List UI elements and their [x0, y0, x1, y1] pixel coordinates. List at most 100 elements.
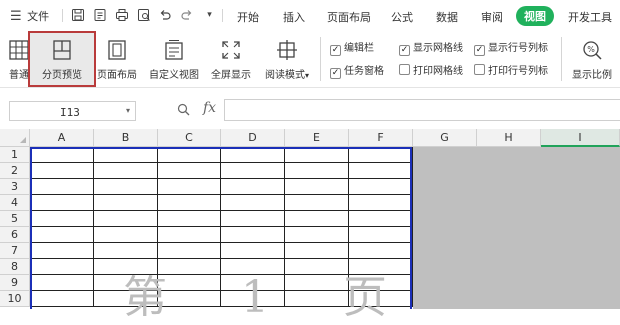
- cell-B8[interactable]: [94, 259, 158, 275]
- cell-D5[interactable]: [221, 211, 285, 227]
- cell-E5[interactable]: [285, 211, 349, 227]
- zoom-search-icon[interactable]: [177, 103, 190, 119]
- chevron-down-icon[interactable]: ▾: [126, 106, 130, 115]
- tab-formulas[interactable]: 公式: [391, 9, 413, 25]
- cell-A10[interactable]: [30, 291, 94, 307]
- full-screen-button[interactable]: 全屏显示: [207, 33, 255, 83]
- custom-view-button[interactable]: 自定义视图: [145, 33, 203, 83]
- tab-review[interactable]: 审阅: [481, 9, 503, 25]
- cell-A6[interactable]: [30, 227, 94, 243]
- cell-E4[interactable]: [285, 195, 349, 211]
- customize-dropdown-icon[interactable]: ▾: [202, 8, 217, 23]
- redo-icon[interactable]: [179, 8, 194, 23]
- undo-icon[interactable]: [157, 8, 172, 23]
- cell-B2[interactable]: [94, 163, 158, 179]
- cell-A1[interactable]: [30, 147, 94, 163]
- cell-C10[interactable]: [158, 291, 221, 307]
- tab-data[interactable]: 数据: [436, 9, 458, 25]
- cell-E2[interactable]: [285, 163, 349, 179]
- outside-print-area[interactable]: [413, 147, 620, 309]
- cell-A2[interactable]: [30, 163, 94, 179]
- task-pane-checkbox[interactable]: ✓ 任务窗格: [330, 62, 384, 79]
- tab-view[interactable]: 视图: [516, 6, 554, 26]
- cell-D10[interactable]: [221, 291, 285, 307]
- print-preview-icon[interactable]: [136, 8, 151, 23]
- column-header-g[interactable]: G: [413, 129, 477, 147]
- cell-F3[interactable]: [349, 179, 413, 195]
- save-icon[interactable]: [70, 8, 85, 23]
- tab-page-layout[interactable]: 页面布局: [327, 9, 371, 25]
- row-header-5[interactable]: 5: [0, 211, 30, 227]
- cell-F7[interactable]: [349, 243, 413, 259]
- cell-E8[interactable]: [285, 259, 349, 275]
- export-pdf-icon[interactable]: [92, 8, 107, 23]
- cell-C7[interactable]: [158, 243, 221, 259]
- cell-B10[interactable]: [94, 291, 158, 307]
- select-all-corner[interactable]: [0, 129, 30, 147]
- cell-F2[interactable]: [349, 163, 413, 179]
- cell-B9[interactable]: [94, 275, 158, 291]
- cell-A3[interactable]: [30, 179, 94, 195]
- cell-E7[interactable]: [285, 243, 349, 259]
- row-header-2[interactable]: 2: [0, 163, 30, 179]
- cell-D6[interactable]: [221, 227, 285, 243]
- cell-C4[interactable]: [158, 195, 221, 211]
- reading-mode-button[interactable]: 阅读模式▾: [259, 33, 315, 83]
- fx-icon[interactable]: fx: [203, 100, 216, 116]
- tab-insert[interactable]: 插入: [283, 9, 305, 25]
- cell-C6[interactable]: [158, 227, 221, 243]
- column-header-c[interactable]: C: [158, 129, 221, 147]
- column-header-h[interactable]: H: [477, 129, 541, 147]
- cell-A8[interactable]: [30, 259, 94, 275]
- cell-B6[interactable]: [94, 227, 158, 243]
- file-menu[interactable]: ☰ 文件: [10, 8, 49, 24]
- page-layout-button[interactable]: 页面布局: [94, 33, 140, 83]
- cell-B1[interactable]: [94, 147, 158, 163]
- print-gridlines-checkbox[interactable]: 打印网格线: [399, 62, 463, 77]
- row-header-9[interactable]: 9: [0, 275, 30, 291]
- cell-C3[interactable]: [158, 179, 221, 195]
- print-headers-checkbox[interactable]: 打印行号列标: [474, 62, 548, 77]
- cell-C5[interactable]: [158, 211, 221, 227]
- row-header-8[interactable]: 8: [0, 259, 30, 275]
- formula-input[interactable]: [224, 99, 620, 121]
- page-break-preview-button[interactable]: 分页预览: [28, 31, 96, 87]
- row-header-3[interactable]: 3: [0, 179, 30, 195]
- cell-F9[interactable]: [349, 275, 413, 291]
- cell-E3[interactable]: [285, 179, 349, 195]
- row-header-1[interactable]: 1: [0, 147, 30, 163]
- cell-C9[interactable]: [158, 275, 221, 291]
- cell-D7[interactable]: [221, 243, 285, 259]
- cell-B3[interactable]: [94, 179, 158, 195]
- cell-C8[interactable]: [158, 259, 221, 275]
- cell-F8[interactable]: [349, 259, 413, 275]
- cell-A9[interactable]: [30, 275, 94, 291]
- row-header-4[interactable]: 4: [0, 195, 30, 211]
- cell-F1[interactable]: [349, 147, 413, 163]
- cell-E9[interactable]: [285, 275, 349, 291]
- cell-D8[interactable]: [221, 259, 285, 275]
- tab-developer[interactable]: 开发工具: [568, 9, 612, 25]
- row-header-7[interactable]: 7: [0, 243, 30, 259]
- cell-E10[interactable]: [285, 291, 349, 307]
- cell-B5[interactable]: [94, 211, 158, 227]
- print-icon[interactable]: [114, 8, 129, 23]
- column-header-e[interactable]: E: [285, 129, 349, 147]
- show-headers-checkbox[interactable]: ✓ 显示行号列标: [474, 39, 548, 56]
- tab-home[interactable]: 开始: [237, 9, 259, 25]
- edit-bar-checkbox[interactable]: ✓ 编辑栏: [330, 39, 374, 56]
- show-gridlines-checkbox[interactable]: ✓ 显示网格线: [399, 39, 463, 56]
- cell-C1[interactable]: [158, 147, 221, 163]
- cell-B4[interactable]: [94, 195, 158, 211]
- cell-A4[interactable]: [30, 195, 94, 211]
- column-header-d[interactable]: D: [221, 129, 285, 147]
- cell-F5[interactable]: [349, 211, 413, 227]
- row-header-6[interactable]: 6: [0, 227, 30, 243]
- cell-C2[interactable]: [158, 163, 221, 179]
- cell-E6[interactable]: [285, 227, 349, 243]
- cell-F10[interactable]: [349, 291, 413, 307]
- cell-D2[interactable]: [221, 163, 285, 179]
- cell-D3[interactable]: [221, 179, 285, 195]
- cell-D4[interactable]: [221, 195, 285, 211]
- cell-A5[interactable]: [30, 211, 94, 227]
